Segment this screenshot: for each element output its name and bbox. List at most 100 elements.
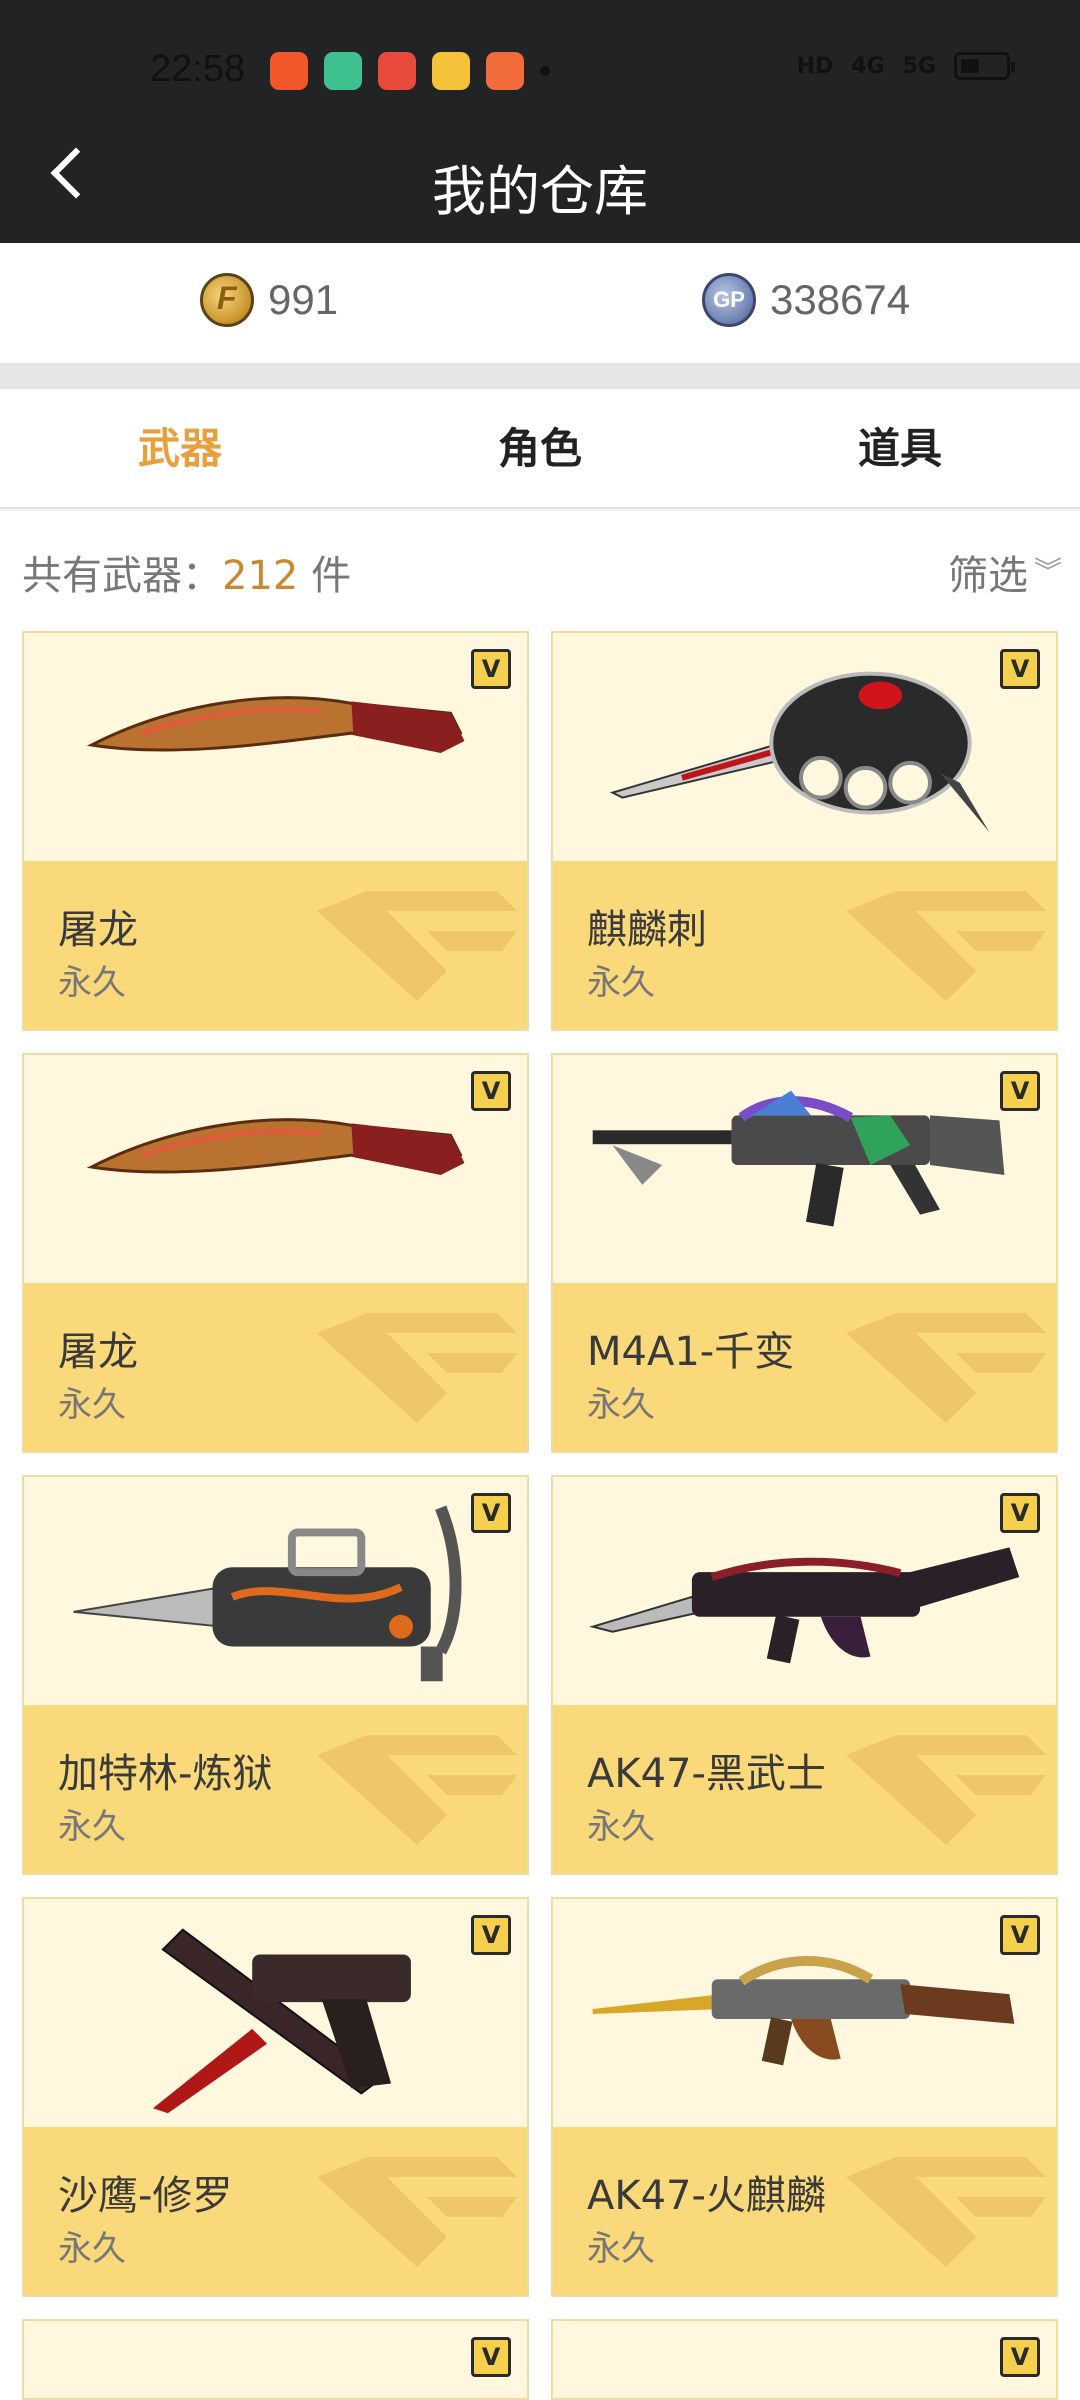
weapon-image-area — [24, 633, 527, 861]
gatling-gun-icon — [73, 1505, 462, 1682]
cf-points-value: 991 — [268, 276, 339, 323]
rifle-icon — [588, 1547, 1020, 1664]
weapon-name: 沙鹰-修罗 — [58, 2173, 233, 2219]
vip-badge-icon: V — [471, 2337, 511, 2377]
weapon-card[interactable]: AK47-火麒麟 永久 V — [551, 1897, 1058, 2297]
weapon-card-partial[interactable]: V — [22, 2319, 529, 2400]
rifle-icon — [592, 1090, 1005, 1227]
count-label: 共有武器： — [22, 553, 222, 599]
filter-label: 筛选 — [947, 553, 1028, 599]
weapon-info: 屠龙 永久 — [24, 1283, 527, 1451]
weapon-duration: 永久 — [587, 1807, 655, 1847]
knuckle-blade-icon — [609, 671, 990, 833]
cf-coin-icon — [200, 273, 254, 327]
weapon-card[interactable]: 沙鹰-修罗 永久 V — [22, 1897, 529, 2297]
tab-items[interactable]: 道具 — [720, 389, 1080, 507]
tab-weapons[interactable]: 武器 — [0, 389, 360, 507]
weapon-info: M4A1-千变 永久 — [553, 1283, 1056, 1451]
gp-points-value: 338674 — [770, 276, 911, 323]
weapon-info: AK47-火麒麟 永久 — [553, 2127, 1056, 2295]
weapon-info: 麒麟刺 永久 — [553, 861, 1056, 1029]
hd-icon: HD — [796, 53, 834, 79]
notification-app-icon — [432, 52, 470, 90]
rifle-icon — [592, 1956, 1015, 2066]
cf-watermark-icon — [846, 1313, 1046, 1423]
weapon-image-area — [553, 2321, 1056, 2398]
status-app-icons — [270, 52, 550, 90]
cf-watermark-icon — [846, 1735, 1046, 1845]
filter-button[interactable]: 筛选 ︾ — [948, 543, 1062, 601]
weapon-duration: 永久 — [58, 1807, 126, 1847]
vip-badge-icon: V — [1000, 2337, 1040, 2377]
weapon-info: 屠龙 永久 — [24, 861, 527, 1029]
cf-watermark-icon — [317, 2157, 517, 2267]
count-unit: 件 — [311, 553, 352, 599]
vip-badge-icon: V — [1000, 1915, 1040, 1955]
weapon-info: 沙鹰-修罗 永久 — [24, 2127, 527, 2295]
weapon-image-area — [553, 1899, 1056, 2127]
weapon-name: 屠龙 — [58, 907, 138, 953]
weapon-card[interactable]: 屠龙 永久 V — [22, 1053, 529, 1453]
weapon-duration: 永久 — [58, 963, 126, 1003]
status-bar: 22:58 HD 4G 5G — [0, 0, 1080, 107]
notification-app-icon — [270, 52, 308, 90]
cf-watermark-icon — [317, 1735, 517, 1845]
weapon-card[interactable]: 麒麟刺 永久 V — [551, 631, 1058, 1031]
vip-badge-icon: V — [471, 649, 511, 689]
weapon-card[interactable]: AK47-黑武士 永久 V — [551, 1475, 1058, 1875]
count-number: 212 — [222, 553, 299, 599]
cf-watermark-icon — [846, 891, 1046, 1001]
tab-characters[interactable]: 角色 — [360, 389, 720, 507]
weapon-name: 屠龙 — [58, 1329, 138, 1375]
weapon-duration: 永久 — [587, 2229, 655, 2269]
signal-5g-icon: 5G — [902, 53, 936, 79]
battery-icon — [954, 52, 1015, 80]
vip-badge-icon: V — [1000, 1071, 1040, 1111]
weapon-card[interactable]: 屠龙 永久 V — [22, 631, 529, 1031]
weapon-card-partial[interactable]: V — [551, 2319, 1058, 2400]
cf-watermark-icon — [317, 891, 517, 1001]
notification-app-icon — [486, 52, 524, 90]
weapon-name: 加特林-炼狱 — [58, 1751, 273, 1797]
weapon-card[interactable]: M4A1-千变 永久 V — [551, 1053, 1058, 1453]
nav-bar: 我的仓库 — [0, 107, 1080, 243]
weapon-image-area — [553, 633, 1056, 861]
cf-watermark-icon — [317, 1313, 517, 1423]
weapon-name: 麒麟刺 — [587, 907, 707, 953]
weapon-info: 加特林-炼狱 永久 — [24, 1705, 527, 1873]
weapon-duration: 永久 — [587, 1385, 655, 1425]
kukri-knife-icon — [86, 696, 465, 753]
weapon-image-area — [24, 1899, 527, 2127]
cf-points: 991 — [200, 273, 338, 327]
vip-badge-icon: V — [471, 1071, 511, 1111]
weapon-card[interactable]: 加特林-炼狱 永久 V — [22, 1475, 529, 1875]
currency-bar: 991 GP 338674 — [0, 243, 1080, 363]
weapon-name: M4A1-千变 — [587, 1329, 795, 1375]
weapon-image-area — [24, 2321, 527, 2398]
status-time: 22:58 — [150, 48, 246, 90]
weapon-image-area — [24, 1477, 527, 1705]
weapon-name: AK47-火麒麟 — [587, 2173, 826, 2219]
pistol-icon — [152, 1928, 411, 2114]
vip-badge-icon: V — [1000, 1493, 1040, 1533]
weapon-count: 共有武器：212 件 — [22, 543, 351, 601]
weapon-grid: 屠龙 永久 V 麒麟刺 永久 V 屠龙 永久 V M4A1-千变 永久 V 加特… — [0, 621, 1080, 2400]
notification-app-icon — [378, 52, 416, 90]
notification-app-icon — [324, 52, 362, 90]
category-tabs: 武器 角色 道具 — [0, 389, 1080, 509]
double-chevron-down-icon: ︾ — [1033, 555, 1062, 588]
divider — [0, 363, 1080, 389]
vip-badge-icon: V — [1000, 649, 1040, 689]
vip-badge-icon: V — [471, 1493, 511, 1533]
weapon-image-area — [553, 1055, 1056, 1283]
status-indicators: HD 4G 5G — [796, 52, 1015, 80]
vip-badge-icon: V — [471, 1915, 511, 1955]
cf-watermark-icon — [846, 2157, 1046, 2267]
signal-4g-icon: 4G — [851, 53, 885, 79]
weapon-duration: 永久 — [58, 2229, 126, 2269]
weapon-info: AK47-黑武士 永久 — [553, 1705, 1056, 1873]
more-dot-icon — [540, 66, 550, 76]
gp-coin-icon: GP — [702, 273, 756, 327]
kukri-knife-icon — [86, 1118, 465, 1175]
weapon-image-area — [553, 1477, 1056, 1705]
